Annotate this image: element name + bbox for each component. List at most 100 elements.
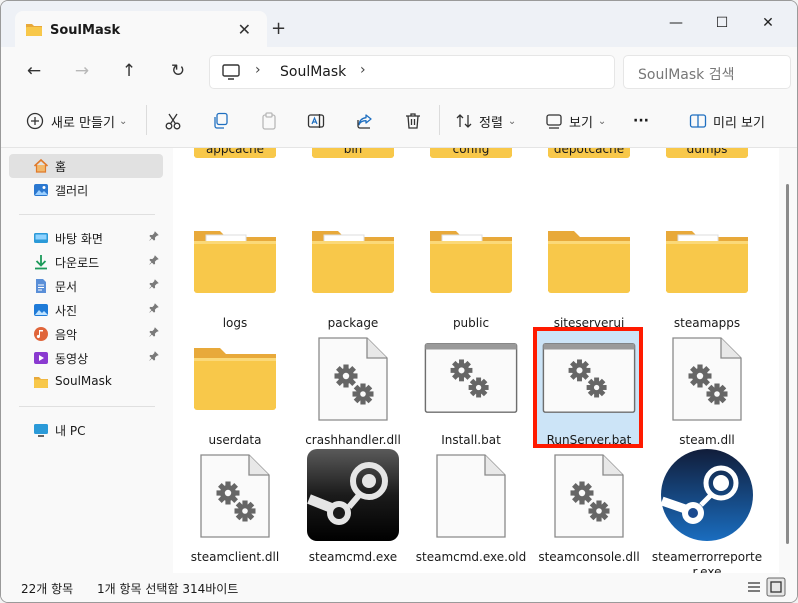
file-item[interactable]: steamcmd.exe.old [415, 439, 527, 564]
folder-icon [666, 231, 748, 293]
sidebar-item-gallery[interactable]: 갤러리 [9, 178, 163, 202]
sidebar-item-videos[interactable]: 동영상 [9, 346, 163, 370]
scissors-icon [165, 113, 181, 130]
file-item[interactable]: Install.bat [415, 322, 527, 447]
file-item[interactable]: steamconsole.dll [533, 439, 645, 564]
file-item[interactable]: bin [297, 148, 409, 204]
copy-icon [214, 112, 228, 129]
sort-button[interactable]: 정렬 ⌄ [455, 108, 516, 134]
copy-button[interactable] [212, 108, 230, 134]
paste-button[interactable] [260, 108, 278, 134]
item-count: 22개 항목 [21, 582, 74, 596]
scroll-thumb[interactable] [786, 184, 789, 544]
sidebar-item-soulmask[interactable]: SoulMask [9, 370, 163, 394]
steam-logo-icon [660, 449, 753, 541]
title-bar: SoulMask ✕ + — ☐ ✕ [1, 1, 797, 49]
sort-icon [456, 114, 472, 128]
share-icon [357, 114, 372, 129]
file-name-label: steamerrorreporter.exe [651, 550, 763, 573]
sidebar-item-label: 동영상 [55, 352, 89, 366]
sidebar-item-label: 바탕 화면 [55, 232, 103, 246]
back-button[interactable]: ← [19, 59, 49, 83]
sidebar-item-label: 문서 [55, 280, 78, 294]
breadcrumb-soulmask[interactable]: SoulMask [280, 64, 346, 80]
sort-label: 정렬 [479, 115, 503, 131]
forward-button[interactable]: → [67, 59, 97, 83]
pin-icon[interactable] [149, 255, 159, 268]
dll-file-icon [200, 454, 270, 538]
tab-close-button[interactable]: ✕ [238, 20, 251, 39]
sidebar-divider [19, 406, 155, 407]
refresh-button[interactable]: ↻ [163, 59, 193, 83]
folder-icon [430, 231, 512, 293]
pin-icon[interactable] [149, 351, 159, 364]
search-input[interactable]: SoulMask 검색 [638, 64, 735, 84]
file-item[interactable]: steamapps [651, 205, 763, 330]
file-item[interactable]: steam.dll [651, 322, 763, 447]
search-box[interactable]: SoulMask 검색 [623, 55, 791, 89]
tab-title: SoulMask [50, 23, 121, 38]
file-name-label: bin [343, 148, 363, 156]
tab-soulmask[interactable]: SoulMask ✕ [15, 11, 267, 49]
sidebar-item-desktop[interactable]: 바탕 화면 [9, 226, 163, 250]
sidebar-item-home[interactable]: 홈 [9, 154, 163, 178]
details-view-icon[interactable] [744, 577, 764, 597]
new-button[interactable]: 새로 만들기 ⌄ [26, 108, 127, 134]
more-options-button[interactable]: ··· [633, 108, 649, 134]
file-item[interactable]: userdata [179, 322, 291, 447]
dll-file-icon [318, 337, 388, 421]
folder-icon [34, 377, 48, 388]
delete-button[interactable] [404, 108, 422, 134]
large-icons-view-icon[interactable] [766, 577, 786, 597]
file-item[interactable]: appcache [179, 148, 291, 204]
file-item[interactable]: config [415, 148, 527, 204]
cut-button[interactable] [164, 108, 182, 134]
maximize-button[interactable]: ☐ [699, 9, 745, 37]
sidebar-item-music[interactable]: 음악 [9, 322, 163, 346]
file-name-label: steamcmd.exe [308, 550, 398, 564]
folder-icon [194, 231, 276, 293]
clipboard-icon [262, 112, 276, 130]
file-name-label: steamconsole.dll [538, 550, 640, 564]
sidebar-item-downloads[interactable]: 다운로드 [9, 250, 163, 274]
close-button[interactable]: ✕ [745, 9, 791, 37]
file-item[interactable]: depotcache [533, 148, 645, 204]
new-tab-button[interactable]: + [271, 18, 286, 39]
file-item[interactable]: steamcmd.exe [297, 439, 409, 564]
minimize-button[interactable]: — [653, 9, 699, 37]
sidebar-item-label: 다운로드 [55, 256, 100, 270]
rename-button[interactable] [307, 108, 325, 134]
preview-pane-button[interactable]: 미리 보기 [689, 108, 765, 134]
file-item[interactable]: steamclient.dll [179, 439, 291, 564]
file-item[interactable]: crashhandler.dll [297, 322, 409, 447]
sidebar-item-this-pc[interactable]: 내 PC [9, 418, 163, 442]
pin-icon[interactable] [149, 231, 159, 244]
sidebar-item-documents[interactable]: 문서 [9, 274, 163, 298]
file-item[interactable]: logs [179, 205, 291, 330]
file-item[interactable]: siteserverui [533, 205, 645, 330]
vertical-scrollbar[interactable] [781, 148, 795, 573]
steamcmd-icon [307, 449, 399, 541]
chevron-right-icon[interactable]: › [360, 62, 366, 78]
file-item[interactable]: steamerrorreporter.exe [651, 439, 763, 573]
file-name-label: steamcmd.exe.old [415, 550, 527, 564]
pin-icon[interactable] [149, 303, 159, 316]
preview-pane-icon [689, 114, 707, 128]
pin-icon[interactable] [149, 279, 159, 292]
file-item[interactable]: dumps [651, 148, 763, 204]
file-name-label: depotcache [553, 148, 625, 156]
chevron-right-icon[interactable]: › [255, 62, 261, 78]
address-bar[interactable]: › SoulMask › [209, 55, 615, 89]
sidebar-item-pictures[interactable]: 사진 [9, 298, 163, 322]
preview-label: 미리 보기 [713, 115, 765, 131]
dll-file-icon [672, 337, 742, 421]
view-button[interactable]: 보기 ⌄ [545, 108, 606, 134]
pin-icon[interactable] [149, 327, 159, 340]
share-button[interactable] [356, 108, 374, 134]
sidebar-item-label: SoulMask [55, 374, 112, 388]
file-item[interactable]: public [415, 205, 527, 330]
up-button[interactable]: ↑ [114, 59, 144, 83]
file-item[interactable]: RunServer.bat [533, 322, 645, 447]
file-list[interactable]: appcache bin config depotcache dumps logs pack… [173, 148, 779, 573]
file-item[interactable]: package [297, 205, 409, 330]
